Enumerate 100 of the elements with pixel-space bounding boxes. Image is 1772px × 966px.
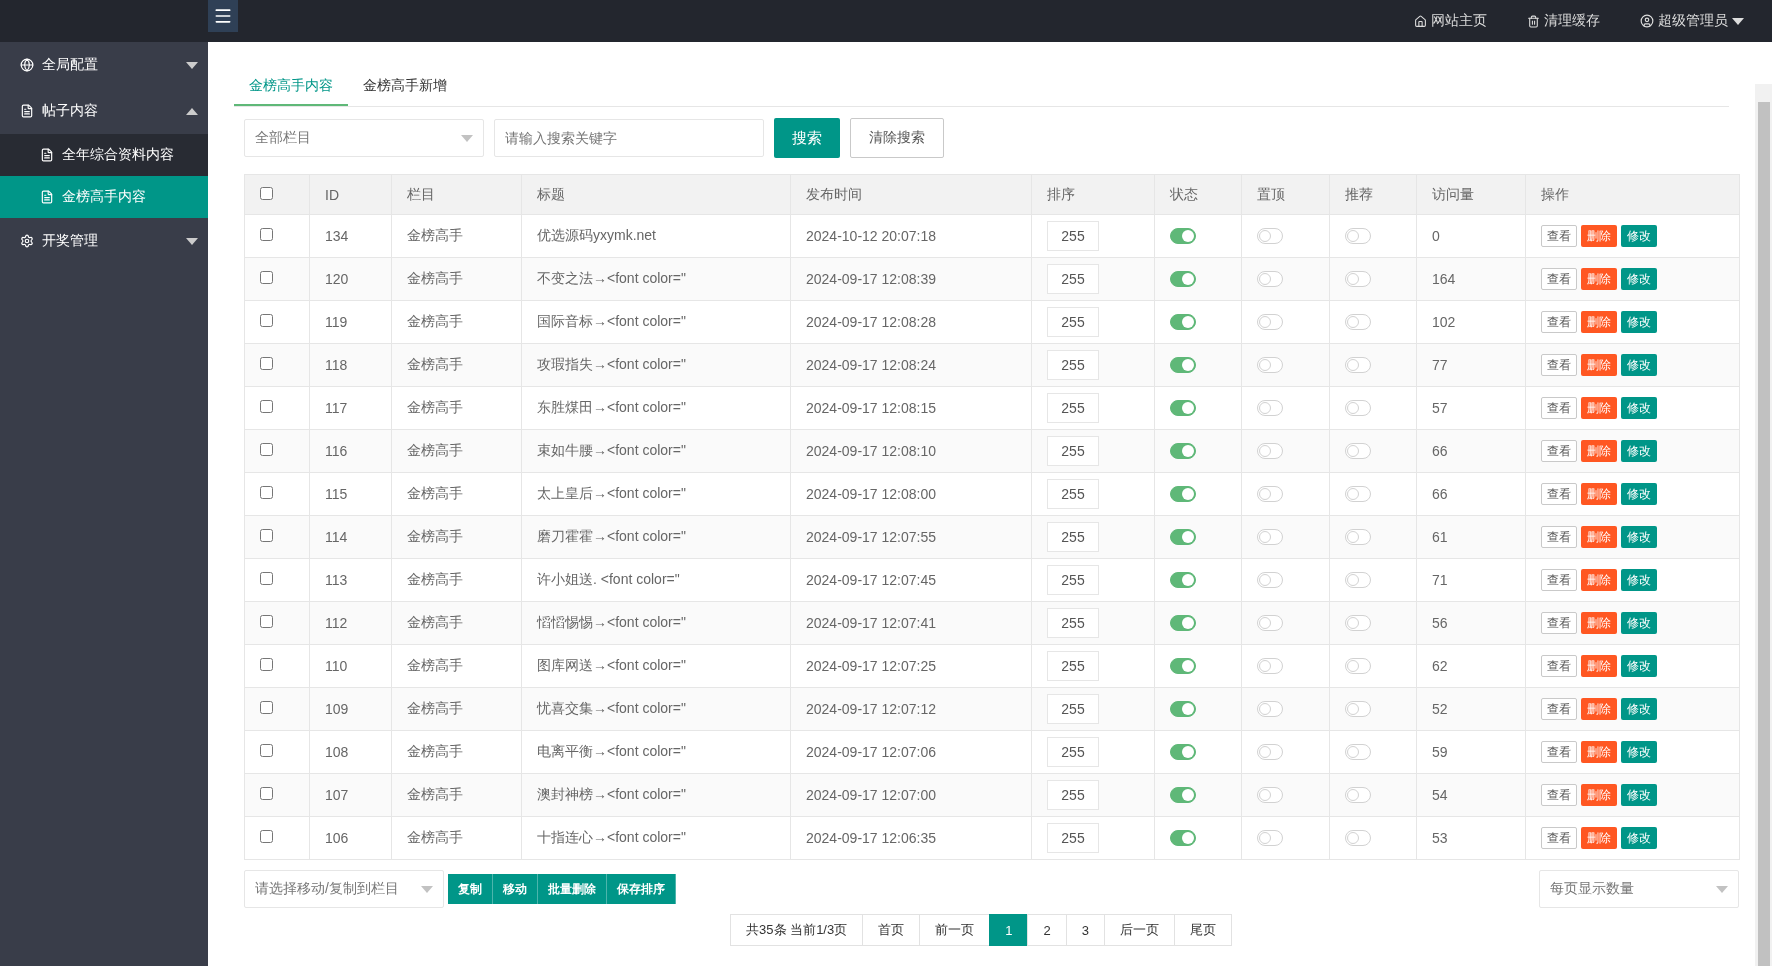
row-checkbox[interactable] (260, 658, 273, 671)
bulk-button[interactable]: 批量删除 (538, 874, 607, 904)
row-checkbox[interactable] (260, 314, 273, 327)
pin-toggle[interactable] (1257, 529, 1283, 545)
action-button[interactable]: 修改 (1621, 655, 1657, 677)
action-button[interactable]: 修改 (1621, 698, 1657, 720)
action-button[interactable]: 修改 (1621, 354, 1657, 376)
pin-toggle[interactable] (1257, 228, 1283, 244)
pin-toggle[interactable] (1257, 572, 1283, 588)
status-toggle[interactable] (1170, 615, 1196, 631)
sort-field[interactable]: 255 (1047, 651, 1099, 681)
pin-toggle[interactable] (1257, 701, 1283, 717)
pin-toggle[interactable] (1257, 400, 1283, 416)
action-button[interactable]: 查看 (1541, 698, 1577, 720)
sort-field[interactable]: 255 (1047, 264, 1099, 294)
status-toggle[interactable] (1170, 529, 1196, 545)
recommend-toggle[interactable] (1345, 314, 1371, 330)
tab[interactable]: 金榜高手内容 (234, 66, 348, 106)
status-toggle[interactable] (1170, 228, 1196, 244)
sort-field[interactable]: 255 (1047, 608, 1099, 638)
row-checkbox[interactable] (260, 615, 273, 628)
status-toggle[interactable] (1170, 787, 1196, 803)
pin-toggle[interactable] (1257, 314, 1283, 330)
status-toggle[interactable] (1170, 357, 1196, 373)
sort-field[interactable]: 255 (1047, 393, 1099, 423)
action-button[interactable]: 查看 (1541, 483, 1577, 505)
action-button[interactable]: 修改 (1621, 225, 1657, 247)
sort-field[interactable]: 255 (1047, 307, 1099, 337)
status-toggle[interactable] (1170, 744, 1196, 760)
action-button[interactable]: 修改 (1621, 612, 1657, 634)
bulk-button[interactable]: 复制 (448, 874, 493, 904)
page-size-select[interactable]: 每页显示数量 (1539, 870, 1739, 908)
status-toggle[interactable] (1170, 314, 1196, 330)
clear-search-button[interactable]: 清除搜索 (850, 118, 944, 158)
recommend-toggle[interactable] (1345, 572, 1371, 588)
status-toggle[interactable] (1170, 572, 1196, 588)
search-field[interactable]: 请输入搜索关键字 (494, 119, 764, 157)
action-button[interactable]: 修改 (1621, 311, 1657, 333)
action-button[interactable]: 查看 (1541, 569, 1577, 591)
action-button[interactable]: 查看 (1541, 268, 1577, 290)
tab[interactable]: 金榜高手新增 (348, 66, 462, 106)
status-toggle[interactable] (1170, 701, 1196, 717)
sidebar-subitem[interactable]: 全年综合资料内容 (0, 134, 208, 176)
row-checkbox[interactable] (260, 744, 273, 757)
action-button[interactable]: 查看 (1541, 741, 1577, 763)
action-button[interactable]: 查看 (1541, 440, 1577, 462)
sort-field[interactable]: 255 (1047, 221, 1099, 251)
recommend-toggle[interactable] (1345, 744, 1371, 760)
row-checkbox[interactable] (260, 701, 273, 714)
recommend-toggle[interactable] (1345, 658, 1371, 674)
row-checkbox[interactable] (260, 572, 273, 585)
category-select[interactable]: 全部栏目 (244, 119, 484, 157)
row-checkbox[interactable] (260, 228, 273, 241)
status-toggle[interactable] (1170, 658, 1196, 674)
sidebar-item[interactable]: 开奖管理 (0, 218, 208, 264)
recommend-toggle[interactable] (1345, 400, 1371, 416)
action-button[interactable]: 修改 (1621, 397, 1657, 419)
recommend-toggle[interactable] (1345, 787, 1371, 803)
action-button[interactable]: 修改 (1621, 526, 1657, 548)
action-button[interactable]: 查看 (1541, 354, 1577, 376)
pin-toggle[interactable] (1257, 271, 1283, 287)
sort-field[interactable]: 255 (1047, 350, 1099, 380)
action-button[interactable]: 修改 (1621, 784, 1657, 806)
action-button[interactable]: 查看 (1541, 784, 1577, 806)
page-link[interactable]: 尾页 (1173, 914, 1232, 946)
action-button[interactable]: 查看 (1541, 311, 1577, 333)
status-toggle[interactable] (1170, 486, 1196, 502)
recommend-toggle[interactable] (1345, 228, 1371, 244)
pin-toggle[interactable] (1257, 744, 1283, 760)
row-checkbox[interactable] (260, 400, 273, 413)
pin-toggle[interactable] (1257, 486, 1283, 502)
pin-toggle[interactable] (1257, 658, 1283, 674)
header-link[interactable]: 超级管理员 (1640, 12, 1744, 30)
recommend-toggle[interactable] (1345, 830, 1371, 846)
page-link[interactable]: 后一页 (1103, 914, 1175, 946)
action-button[interactable]: 修改 (1621, 268, 1657, 290)
sidebar-subitem[interactable]: 金榜高手内容 (0, 176, 208, 218)
sort-field[interactable]: 255 (1047, 694, 1099, 724)
action-button[interactable]: 修改 (1621, 440, 1657, 462)
scrollbar[interactable] (1755, 84, 1772, 966)
recommend-toggle[interactable] (1345, 271, 1371, 287)
action-button[interactable]: 查看 (1541, 225, 1577, 247)
pin-toggle[interactable] (1257, 615, 1283, 631)
pin-toggle[interactable] (1257, 357, 1283, 373)
pin-toggle[interactable] (1257, 787, 1283, 803)
header-link[interactable]: 清理缓存 (1527, 12, 1600, 30)
recommend-toggle[interactable] (1345, 357, 1371, 373)
action-button[interactable]: 查看 (1541, 655, 1577, 677)
action-button[interactable]: 修改 (1621, 569, 1657, 591)
sort-field[interactable]: 255 (1047, 565, 1099, 595)
menu-button[interactable] (208, 0, 238, 32)
page-link[interactable]: 1 (989, 914, 1029, 946)
status-toggle[interactable] (1170, 271, 1196, 287)
bulk-button[interactable]: 保存排序 (607, 874, 676, 904)
recommend-toggle[interactable] (1345, 443, 1371, 459)
action-button[interactable]: 修改 (1621, 483, 1657, 505)
sort-field[interactable]: 255 (1047, 436, 1099, 466)
action-button[interactable]: 修改 (1621, 741, 1657, 763)
recommend-toggle[interactable] (1345, 615, 1371, 631)
row-checkbox[interactable] (260, 830, 273, 843)
